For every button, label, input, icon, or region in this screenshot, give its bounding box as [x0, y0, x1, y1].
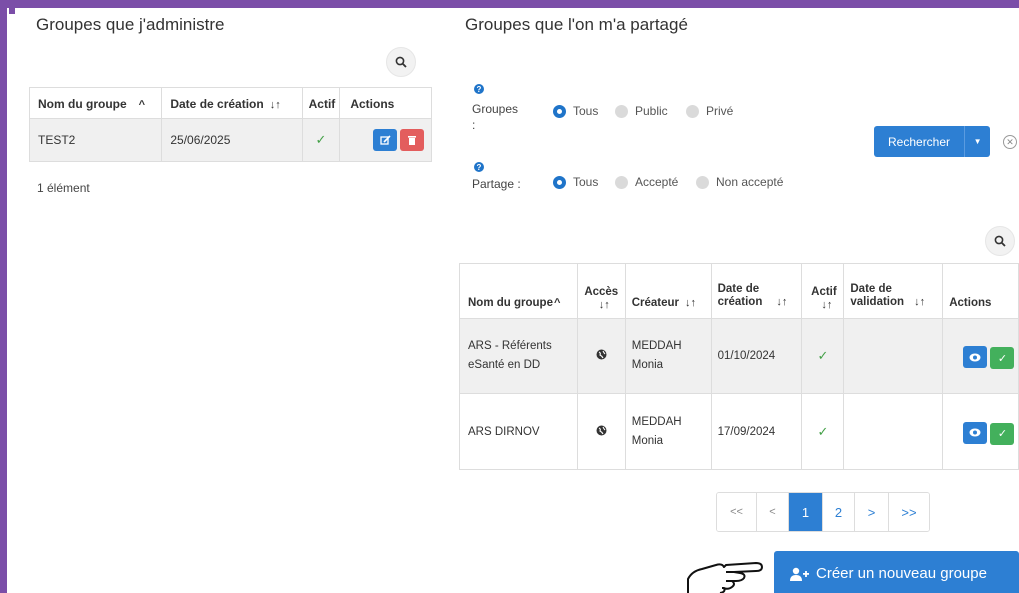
table-row: ARS DIRNOV MEDDAH Monia 17/09/2024 ✓ ✓ [459, 393, 1019, 470]
check-icon: ✓ [315, 132, 327, 147]
pagination-prev[interactable]: < [757, 493, 789, 531]
cell-active: ✓ [301, 118, 341, 162]
cell-actions: ✓ [942, 318, 1019, 394]
pagination-next[interactable]: > [855, 493, 889, 531]
table-row: TEST2 25/06/2025 ✓ [28, 118, 432, 162]
question-icon[interactable]: ? [474, 162, 484, 172]
radio-off-icon [696, 175, 709, 189]
radio-groupes-prive[interactable]: Privé [686, 104, 733, 118]
pagination-last[interactable]: >> [889, 493, 929, 531]
cell-name: ARS - Référents eSanté en DD [459, 318, 578, 394]
col-header-actions: Actions [339, 87, 432, 119]
col-header-active[interactable]: Actif [301, 87, 341, 119]
col-header-access[interactable]: Accès ↓↑ [576, 263, 626, 319]
col-header-active[interactable]: Actif ↓↑ [801, 263, 845, 319]
search-button-label[interactable]: Rechercher [874, 135, 964, 149]
sort-icon: ↓↑ [269, 99, 281, 111]
pagination-page-1[interactable]: 1 [789, 493, 823, 531]
radio-off-icon [615, 175, 628, 189]
radio-off-icon [615, 104, 628, 118]
cell-actions: ✓ [942, 393, 1019, 470]
col-header-date[interactable]: Date de création ↓↑ [161, 87, 303, 119]
hand-pointer-icon [687, 562, 763, 593]
cell-access [576, 393, 626, 470]
radio-partage-tous[interactable]: Tous [553, 175, 598, 189]
caret-down-icon[interactable]: ▼ [964, 126, 990, 157]
check-icon: ✓ [997, 352, 1008, 365]
admin-section-title: Groupes que j'administre [36, 15, 225, 34]
eye-icon [969, 353, 981, 361]
search-dropdown-button[interactable]: Rechercher ▼ [874, 126, 991, 157]
add-user-icon [790, 567, 809, 581]
partage-filter-label: Partage : [472, 177, 521, 191]
check-icon: ✓ [817, 348, 829, 363]
globe-icon [596, 425, 607, 435]
radio-groupes-public[interactable]: Public [615, 104, 668, 118]
search-icon [395, 56, 407, 68]
sort-icon: ↓↑ [914, 296, 926, 308]
cell-actions [339, 118, 432, 162]
cell-access [576, 318, 626, 394]
pagination: << < 1 2 > >> [716, 492, 930, 532]
cell-validated [843, 393, 944, 470]
admin-search-button[interactable] [386, 47, 416, 77]
sort-icon: ↓↑ [776, 296, 788, 308]
trash-icon [408, 135, 417, 145]
cell-validated [843, 318, 944, 394]
radio-on-icon [553, 104, 566, 118]
edit-icon [380, 134, 391, 145]
accept-button[interactable]: ✓ [990, 347, 1015, 369]
groupes-filter-label: Groupes : [472, 102, 519, 132]
radio-off-icon [686, 104, 699, 118]
question-icon[interactable]: ? [474, 84, 484, 94]
cell-creator: MEDDAH Monia [624, 318, 712, 394]
check-icon: ✓ [817, 423, 829, 439]
sort-icon: ↓↑ [598, 299, 610, 311]
eye-icon [969, 428, 981, 437]
view-button[interactable] [963, 346, 988, 368]
table-row: ARS - Référents eSanté en DD MEDDAH Moni… [459, 318, 1019, 394]
cell-creator: MEDDAH Monia [624, 393, 712, 470]
col-header-validated[interactable]: Date de validation ↓↑ [843, 263, 944, 319]
cell-date: 25/06/2025 [161, 118, 303, 162]
admin-count: 1 élément [37, 181, 90, 195]
col-header-name[interactable]: Nom du groupe^ [28, 87, 163, 119]
sort-asc-icon: ^ [138, 99, 146, 111]
shared-section-title: Groupes que l'on m'a partagé [465, 15, 688, 34]
create-group-button[interactable]: Créer un nouveau groupe [774, 551, 1019, 593]
col-header-created[interactable]: Date de création ↓↑ [710, 263, 803, 319]
sort-asc-icon: ^ [553, 297, 561, 309]
accept-button[interactable]: ✓ [990, 422, 1015, 445]
edit-button[interactable] [373, 129, 398, 151]
pagination-first[interactable]: << [717, 493, 757, 531]
shared-search-button[interactable] [985, 226, 1015, 256]
shared-groups-table: Nom du groupe^ Accès ↓↑ Créateur ↓↑ Date d… [459, 263, 1019, 470]
radio-on-icon [553, 175, 566, 189]
cell-name: ARS DIRNOV [459, 393, 578, 470]
cell-created: 01/10/2024 [710, 318, 803, 394]
frame-left-border [0, 0, 7, 593]
view-button[interactable] [963, 421, 988, 444]
cell-name: TEST2 [28, 118, 163, 162]
radio-partage-non-accepte[interactable]: Non accepté [696, 175, 783, 189]
col-header-name[interactable]: Nom du groupe^ [459, 263, 578, 319]
frame-top-border [0, 0, 1019, 14]
col-header-actions: Actions [942, 263, 1019, 319]
check-icon: ✓ [997, 428, 1008, 440]
globe-icon [596, 349, 607, 360]
delete-button[interactable] [400, 129, 425, 151]
create-group-label[interactable]: Créer un nouveau groupe [816, 565, 987, 582]
sort-icon: ↓↑ [821, 299, 833, 311]
radio-partage-accepte[interactable]: Accepté [615, 175, 678, 189]
pagination-page-2[interactable]: 2 [823, 493, 855, 531]
col-header-creator[interactable]: Créateur ↓↑ [624, 263, 712, 319]
radio-groupes-tous[interactable]: Tous [553, 104, 598, 118]
clear-filters-icon[interactable]: ✕ [1003, 135, 1017, 149]
cell-created: 17/09/2024 [710, 393, 803, 470]
admin-groups-table: Nom du groupe ^ Date de création ↓↑ Actif … [28, 87, 432, 162]
sort-icon: ↓↑ [685, 297, 697, 309]
search-icon [994, 235, 1006, 247]
